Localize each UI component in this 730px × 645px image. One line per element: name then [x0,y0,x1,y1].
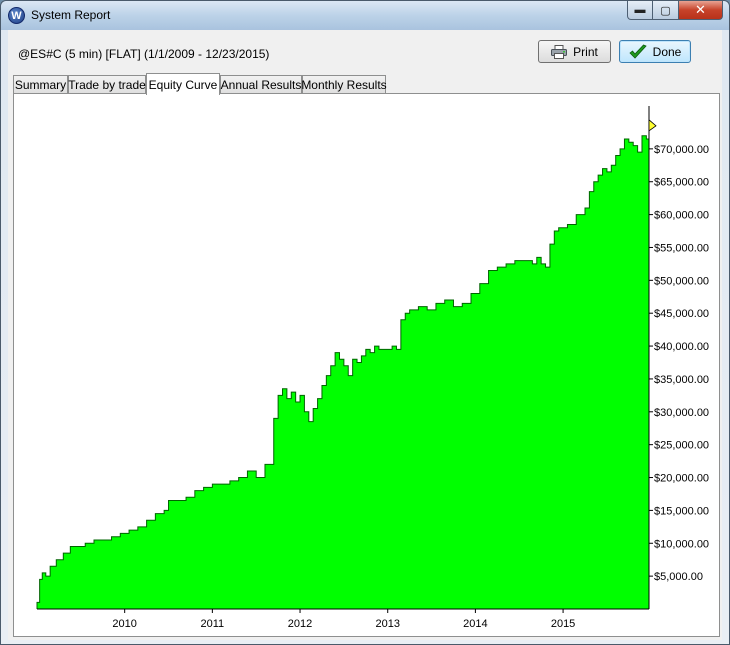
x-tick-label: 2015 [551,618,575,630]
app-logo-icon: W [8,7,25,24]
y-tick-label: $10,000.00 [654,538,709,550]
window-title: System Report [31,8,111,22]
y-tick-label: $50,000.00 [654,275,709,287]
x-tick-label: 2014 [463,618,487,630]
y-tick-label: $30,000.00 [654,407,709,419]
tab-annual-results[interactable]: Annual Results [220,75,302,94]
equity-curve-panel: $5,000.00 $10,000.00 $15,000.00 $20,000.00 $… [13,93,720,637]
maximize-button[interactable]: ▢ [653,1,679,20]
checkmark-icon [629,44,647,60]
tab-trade-by-trade[interactable]: Trade by trade [68,75,146,94]
y-tick-label: $5,000.00 [654,571,703,583]
tab-monthly-results[interactable]: Monthly Results [301,75,387,94]
print-button[interactable]: Print [538,40,611,63]
close-button[interactable]: ✕ [679,1,723,20]
equity-curve-chart: $5,000.00 $10,000.00 $15,000.00 $20,000.00 $… [36,106,709,630]
symbol-info: @ES#C (5 min) [FLAT] (1/1/2009 - 12/23/2… [18,47,270,61]
x-tick-label: 2010 [112,618,136,630]
y-tick-label: $40,000.00 [654,341,709,353]
minimize-button[interactable]: ▬ [627,1,653,20]
y-tick-label: $45,000.00 [654,308,709,320]
y-tick-label: $70,000.00 [654,144,709,156]
title-bar[interactable]: W System Report ▬ ▢ ✕ [1,1,729,30]
y-tick-label: $65,000.00 [654,177,709,189]
x-tick-label: 2011 [201,618,225,630]
equity-area [37,125,649,610]
window-controls: ▬ ▢ ✕ [627,1,723,20]
last-value-marker [648,118,657,132]
system-report-window: W System Report ▬ ▢ ✕ @ES#C (5 min) [FLA… [0,0,730,645]
y-tick-label: $35,000.00 [654,374,709,386]
tab-summary[interactable]: Summary [13,75,68,94]
printer-icon [551,44,568,59]
client-area: @ES#C (5 min) [FLAT] (1/1/2009 - 12/23/2… [8,30,722,640]
y-tick-label: $55,000.00 [654,242,709,254]
x-tick-label: 2013 [375,618,399,630]
print-label: Print [573,44,598,59]
tab-equity-curve[interactable]: Equity Curve [146,73,220,95]
y-tick-label: $20,000.00 [654,473,709,485]
y-tick-label: $15,000.00 [654,505,709,517]
y-tick-label: $25,000.00 [654,440,709,452]
x-tick-label: 2012 [288,618,312,630]
y-tick-label: $60,000.00 [654,210,709,222]
done-button[interactable]: Done [619,40,691,63]
done-label: Done [652,44,682,59]
